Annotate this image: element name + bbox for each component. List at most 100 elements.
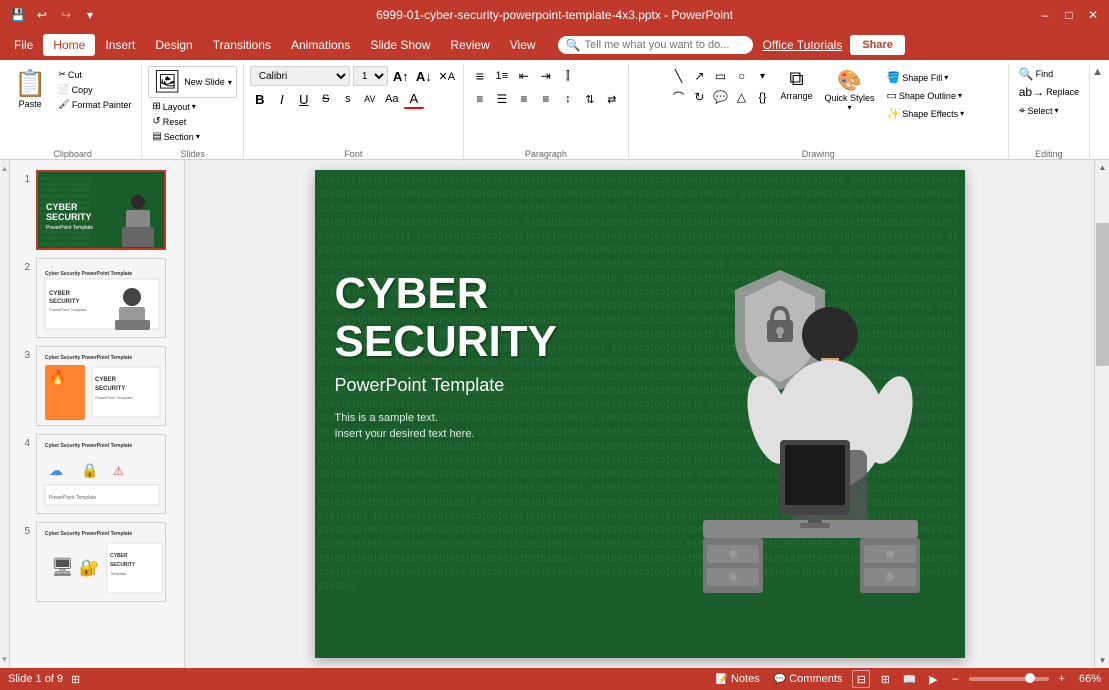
- slide-main-area[interactable]: 0100110100101001010010100101001010010100…: [185, 160, 1094, 668]
- menu-view[interactable]: View: [500, 34, 546, 56]
- slide-thumb-3[interactable]: 3 Cyber Security PowerPoint Template 🔥 C…: [16, 344, 178, 428]
- menu-file[interactable]: File: [4, 34, 43, 56]
- shape-effects-btn[interactable]: ✨ Shape Effects▾: [883, 106, 969, 121]
- slide-thumb-2[interactable]: 2 Cyber Security PowerPoint Template CYB…: [16, 256, 178, 340]
- menu-transitions[interactable]: Transitions: [203, 34, 281, 56]
- shape-outline-btn[interactable]: ▭ Shape Outline▾: [883, 88, 969, 103]
- scroll-up-btn[interactable]: ▲: [1095, 160, 1109, 175]
- bullets-btn[interactable]: ≡: [470, 66, 490, 86]
- text-shadow-btn[interactable]: s: [338, 89, 358, 109]
- notes-btn[interactable]: 📝 Notes: [711, 673, 763, 685]
- menu-animations[interactable]: Animations: [281, 34, 360, 56]
- slide-status-icon[interactable]: ⊞: [71, 673, 80, 686]
- menu-insert[interactable]: Insert: [95, 34, 145, 56]
- font-size-inline-btn[interactable]: Aa: [382, 89, 402, 109]
- strikethrough-btn[interactable]: S: [316, 89, 336, 109]
- text-dir-btn[interactable]: ⇅: [580, 89, 600, 109]
- bold-btn[interactable]: B: [250, 89, 270, 109]
- svg-text:CYBER: CYBER: [110, 553, 128, 559]
- font-name-select[interactable]: Calibri: [250, 66, 350, 86]
- slide-thumb-4[interactable]: 4 Cyber Security PowerPoint Template ☁ 🔒…: [16, 432, 178, 516]
- format-painter-button[interactable]: 🖌Format Painter: [54, 98, 135, 111]
- maximize-btn[interactable]: □: [1061, 7, 1077, 23]
- zoom-in-btn[interactable]: +: [1055, 673, 1069, 685]
- quick-styles-button[interactable]: 🎨 Quick Styles ▾: [820, 66, 878, 114]
- curved-arrow-btn[interactable]: ↻: [689, 87, 709, 107]
- new-slide-button[interactable]: 🖼 New Slide ▾: [148, 66, 236, 98]
- ribbon-group-font: Calibri 18 A↑ A↓ ✕A B I U S s AV Aa: [244, 64, 464, 161]
- customize-quick-btn[interactable]: ▾: [80, 5, 100, 25]
- scroll-down-btn[interactable]: ▼: [1095, 653, 1109, 668]
- menu-slideshow[interactable]: Slide Show: [360, 34, 440, 56]
- scroll-thumb[interactable]: [1096, 223, 1109, 366]
- more-shapes-btn[interactable]: ▾: [752, 66, 772, 86]
- align-center-btn[interactable]: ☰: [492, 89, 512, 109]
- comments-btn[interactable]: 💬 Comments: [770, 673, 847, 685]
- tell-me-search[interactable]: [585, 39, 745, 51]
- bracket-btn[interactable]: {}: [752, 87, 772, 107]
- slide-thumb-1[interactable]: 1 010011010010100101001 1001010010100101…: [16, 168, 178, 252]
- office-tutorials-link[interactable]: Office Tutorials: [763, 38, 843, 52]
- left-scrollbar[interactable]: ▲ ▼: [0, 160, 10, 668]
- ribbon-collapse-btn[interactable]: ▲: [1090, 64, 1105, 161]
- clear-format-btn[interactable]: ✕A: [437, 66, 457, 86]
- cut-button[interactable]: ✂Cut: [54, 68, 135, 81]
- share-button[interactable]: Share: [850, 35, 905, 55]
- right-scrollbar[interactable]: ▲ ▼: [1094, 160, 1109, 668]
- numbering-btn[interactable]: 1≡: [492, 66, 512, 86]
- reset-button[interactable]: ↺ Reset: [148, 115, 236, 128]
- zoom-out-btn[interactable]: –: [948, 673, 962, 685]
- replace-button[interactable]: ab→ Replace: [1015, 84, 1083, 100]
- close-btn[interactable]: ✕: [1085, 7, 1101, 23]
- callout-btn[interactable]: 💬: [710, 87, 730, 107]
- ribbon-group-editing: 🔍 Find ab→ Replace ⌖ Select▾ Editing: [1009, 64, 1090, 161]
- select-button[interactable]: ⌖ Select▾: [1015, 102, 1083, 119]
- underline-btn[interactable]: U: [294, 89, 314, 109]
- arrow-shape-btn[interactable]: ↗: [689, 66, 709, 86]
- layout-button[interactable]: ⊞ Layout▾: [148, 100, 236, 113]
- minimize-btn[interactable]: –: [1037, 7, 1053, 23]
- find-button[interactable]: 🔍 Find: [1015, 66, 1083, 82]
- circle-shape-btn[interactable]: ○: [731, 66, 751, 86]
- increase-indent-btn[interactable]: ⇥: [536, 66, 556, 86]
- align-right-btn[interactable]: ≡: [514, 89, 534, 109]
- normal-view-btn[interactable]: ⊟: [852, 670, 870, 688]
- font-color-btn[interactable]: A: [404, 89, 424, 109]
- menu-review[interactable]: Review: [440, 34, 499, 56]
- copy-button[interactable]: 📄Copy: [54, 83, 135, 96]
- slide-num-4: 4: [18, 438, 30, 449]
- zoom-handle[interactable]: [1025, 673, 1035, 683]
- save-quick-btn[interactable]: 💾: [8, 5, 28, 25]
- reading-view-btn[interactable]: 📖: [900, 670, 918, 688]
- italic-btn[interactable]: I: [272, 89, 292, 109]
- rect-shape-btn[interactable]: ▭: [710, 66, 730, 86]
- justify-btn[interactable]: ≡: [536, 89, 556, 109]
- redo-quick-btn[interactable]: ↪: [56, 5, 76, 25]
- triangle-btn[interactable]: △: [731, 87, 751, 107]
- align-left-btn[interactable]: ≡: [470, 89, 490, 109]
- line-spacing-btn[interactable]: ↕: [558, 89, 578, 109]
- zoom-slider[interactable]: [969, 677, 1049, 681]
- decrease-font-btn[interactable]: A↓: [414, 66, 434, 86]
- arrange-button[interactable]: ⧉ Arrange: [776, 66, 816, 103]
- shape-fill-btn[interactable]: 🪣 Shape Fill▾: [883, 70, 969, 85]
- paste-button[interactable]: 📋 Paste: [10, 66, 50, 111]
- slideshow-btn[interactable]: ▶: [924, 670, 942, 688]
- line-shape-btn[interactable]: ╲: [668, 66, 688, 86]
- line2-shape-btn[interactable]: ⌒: [668, 87, 688, 107]
- menu-home[interactable]: Home: [43, 34, 95, 56]
- char-spacing-btn[interactable]: AV: [360, 89, 380, 109]
- increase-font-btn[interactable]: A↑: [391, 66, 411, 86]
- section-button[interactable]: ▤ Section▾: [148, 130, 236, 143]
- slide-illustration: [625, 230, 925, 610]
- slide-sorter-btn[interactable]: ⊞: [876, 670, 894, 688]
- decrease-indent-btn[interactable]: ⇤: [514, 66, 534, 86]
- undo-quick-btn[interactable]: ↩: [32, 5, 52, 25]
- convert-to-smart-btn[interactable]: ⇄: [602, 89, 622, 109]
- font-size-select[interactable]: 18: [353, 66, 388, 86]
- slide-img-3: Cyber Security PowerPoint Template 🔥 CYB…: [36, 346, 166, 426]
- slide-thumb-5[interactable]: 5 Cyber Security PowerPoint Template 🖥 🔐…: [16, 520, 178, 604]
- columns-btn[interactable]: ⫿: [558, 66, 578, 86]
- svg-text:010011010010100101001: 010011010010100101001: [40, 176, 91, 181]
- menu-design[interactable]: Design: [145, 34, 202, 56]
